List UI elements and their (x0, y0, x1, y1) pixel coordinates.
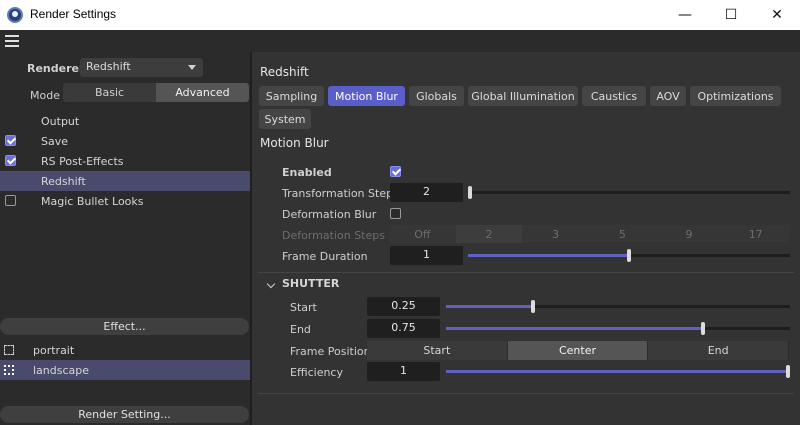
render-preset-icon (4, 365, 14, 375)
slider-handle[interactable] (627, 249, 631, 262)
deformation-steps-3[interactable]: 3 (522, 225, 590, 243)
efficiency-label: Efficiency (290, 366, 343, 379)
tab-optimizations[interactable]: Optimizations (690, 86, 781, 106)
save-checkbox[interactable] (5, 135, 16, 146)
shutter-title: SHUTTER (282, 277, 340, 290)
slider-handle[interactable] (701, 322, 705, 335)
transformation-steps-slider[interactable] (468, 186, 790, 199)
deformation-blur-checkbox[interactable] (390, 208, 401, 219)
slider-handle[interactable] (531, 300, 535, 313)
cinema4d-app-icon (7, 7, 23, 23)
deformation-steps-17[interactable]: 17 (722, 225, 790, 243)
tree-item-redshift[interactable]: Redshift (0, 171, 250, 191)
transformation-steps-label: Transformation Steps (282, 187, 399, 200)
preset-item-portrait[interactable]: portrait (0, 340, 250, 360)
shutter-start-field[interactable]: 0.25 (367, 297, 440, 316)
maximize-button[interactable]: ☐ (708, 0, 754, 30)
frame-duration-field[interactable]: 1 (390, 246, 463, 265)
tab-system[interactable]: System (259, 109, 311, 129)
frame-position-selector: Start Center End (367, 341, 790, 360)
tree-item-label: Redshift (41, 174, 86, 188)
deformation-steps-9[interactable]: 9 (655, 225, 723, 243)
frame-duration-slider[interactable] (468, 249, 790, 262)
tab-aov[interactable]: AOV (650, 86, 686, 106)
frame-position-end[interactable]: End (648, 341, 790, 360)
slider-fill (468, 254, 627, 257)
efficiency-field[interactable]: 1 (367, 362, 440, 381)
effect-button[interactable]: Effect... (0, 318, 249, 335)
preset-item-landscape[interactable]: landscape (0, 360, 250, 380)
rs-post-effects-checkbox[interactable] (5, 155, 16, 166)
mode-basic-button[interactable]: Basic (63, 83, 156, 102)
mode-advanced-button[interactable]: Advanced (156, 83, 249, 102)
slider-handle[interactable] (468, 186, 472, 199)
section-title: Motion Blur (260, 136, 329, 150)
tree-item-output[interactable]: Output (0, 111, 250, 131)
title-bar: Render Settings — ☐ ✕ (0, 0, 800, 30)
tree-item-save[interactable]: Save (0, 131, 250, 151)
tree-item-label: RS Post-Effects (41, 154, 124, 168)
tree-item-label: Magic Bullet Looks (41, 194, 144, 208)
preset-label: landscape (33, 363, 90, 377)
shutter-start-label: Start (290, 301, 317, 314)
chevron-down-icon (188, 65, 196, 70)
section-divider (258, 393, 794, 394)
slider-fill (446, 327, 701, 330)
tab-motion-blur[interactable]: Motion Blur (328, 86, 405, 106)
section-divider (258, 272, 794, 273)
renderer-dropdown[interactable]: Redshift (80, 58, 203, 77)
right-panel: Redshift Sampling Motion Blur Globals Gl… (254, 52, 800, 425)
tree-item-rs-post-effects[interactable]: RS Post-Effects (0, 151, 250, 171)
preset-list: portrait landscape (0, 340, 250, 380)
deformation-steps-5[interactable]: 5 (589, 225, 656, 243)
transformation-steps-field[interactable]: 2 (390, 183, 463, 202)
preset-label: portrait (33, 343, 75, 357)
frame-position-label: Frame Position (290, 345, 371, 358)
efficiency-slider[interactable] (446, 365, 790, 378)
magic-bullet-looks-checkbox[interactable] (5, 195, 16, 206)
frame-duration-label: Frame Duration (282, 250, 368, 263)
shutter-end-field[interactable]: 0.75 (367, 319, 440, 338)
hamburger-menu-icon[interactable] (5, 35, 19, 47)
tab-sampling[interactable]: Sampling (259, 86, 324, 106)
render-preset-icon (4, 345, 14, 355)
renderer-label: Renderer (27, 62, 85, 75)
tree-item-label: Save (41, 134, 69, 148)
shutter-start-slider[interactable] (446, 300, 790, 313)
deformation-steps-off[interactable]: Off (389, 225, 456, 243)
minimize-button[interactable]: — (662, 0, 708, 30)
window-title: Render Settings (30, 7, 117, 21)
slider-handle[interactable] (786, 365, 790, 378)
shutter-group-header[interactable]: SHUTTER (266, 277, 340, 290)
settings-tree: Output Save RS Post-Effects Redshift Mag… (0, 111, 250, 211)
mode-label: Mode (30, 89, 60, 102)
tab-globals[interactable]: Globals (409, 86, 464, 106)
close-button[interactable]: ✕ (754, 0, 800, 30)
frame-position-start[interactable]: Start (367, 341, 508, 360)
enabled-checkbox[interactable] (390, 166, 401, 177)
slider-fill (446, 370, 786, 373)
menu-strip (0, 30, 800, 52)
tab-caustics[interactable]: Caustics (582, 86, 646, 106)
deformation-steps-label: Deformation Steps (282, 229, 385, 242)
tree-item-magic-bullet-looks[interactable]: Magic Bullet Looks (0, 191, 250, 211)
shutter-end-slider[interactable] (446, 322, 790, 335)
deformation-steps-selector: Off 2 3 5 9 17 (389, 225, 790, 243)
renderer-value: Redshift (86, 60, 131, 73)
frame-position-center[interactable]: Center (507, 341, 649, 360)
shutter-end-label: End (290, 323, 311, 336)
tab-global-illumination[interactable]: Global Illumination (468, 86, 578, 106)
mode-toggle: Basic Advanced (63, 83, 249, 102)
tree-item-label: Output (41, 114, 80, 128)
render-setting-button[interactable]: Render Setting... (0, 406, 249, 423)
deformation-blur-label: Deformation Blur (282, 208, 377, 221)
renderer-title: Redshift (260, 65, 309, 79)
chevron-down-icon (266, 279, 276, 289)
deformation-steps-2[interactable]: 2 (455, 225, 523, 243)
slider-fill (446, 305, 531, 308)
left-panel: Renderer Redshift Mode Basic Advanced Ou… (0, 52, 252, 425)
enabled-label: Enabled (282, 166, 332, 179)
